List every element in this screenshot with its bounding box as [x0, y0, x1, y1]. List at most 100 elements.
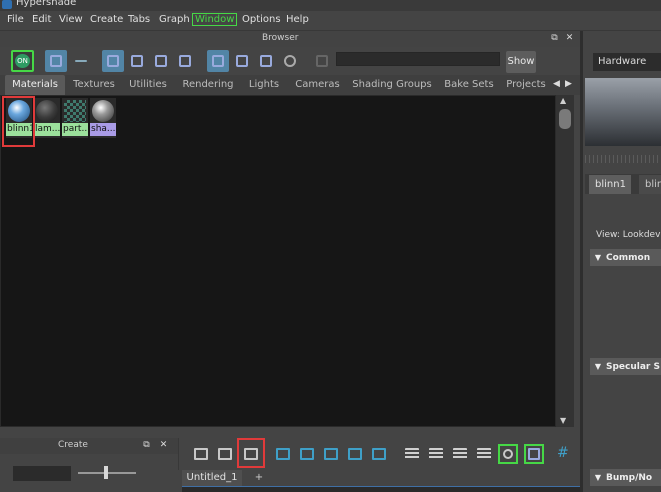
clear-graph-button[interactable] — [369, 444, 389, 464]
menu-file[interactable]: File — [7, 14, 24, 25]
remove-selected-icon — [324, 448, 338, 460]
refresh-button[interactable] — [279, 50, 301, 72]
float-panel-icon[interactable]: ⧉ — [141, 440, 152, 451]
list-view-button[interactable] — [70, 50, 92, 72]
tab-projects[interactable]: Projects — [504, 75, 548, 95]
connected-mode-button[interactable] — [426, 444, 446, 464]
clear-graph-icon — [372, 448, 386, 460]
section-label: Common — [606, 253, 651, 263]
sort-type-icon — [236, 55, 248, 67]
view-label: View: Lookdev — [596, 230, 661, 240]
xlarge-icons-button[interactable] — [174, 50, 196, 72]
sort-by-type-button[interactable] — [231, 50, 253, 72]
material-preview — [585, 78, 661, 146]
search-input[interactable] — [336, 52, 500, 66]
menu-graph[interactable]: Graph — [159, 14, 190, 25]
section-specular[interactable]: ▼ Specular S — [590, 358, 661, 375]
input-output-icon — [218, 448, 232, 460]
swatch-toggle-button[interactable] — [524, 444, 544, 464]
lock-icon — [316, 55, 328, 67]
menu-options[interactable]: Options — [242, 14, 281, 25]
small-icons-button[interactable] — [102, 50, 124, 72]
material-swatch-shader[interactable]: sha... — [90, 98, 116, 138]
create-panel-label: Create — [58, 440, 88, 450]
menu-bar: File Edit View Create Tabs Graph Window … — [0, 11, 661, 31]
graph-layout-button[interactable] — [345, 444, 365, 464]
tab-rendering[interactable]: Rendering — [178, 75, 238, 95]
graph-layout-icon — [348, 448, 362, 460]
node-editor-area[interactable] — [182, 486, 580, 492]
collapse-triangle-icon: ▼ — [594, 473, 602, 482]
add-selected-button[interactable] — [297, 444, 317, 464]
full-mode-button[interactable] — [450, 444, 470, 464]
menu-tabs[interactable]: Tabs — [128, 14, 150, 25]
scroll-up-icon[interactable]: ▲ — [560, 96, 566, 105]
material-swatch-lambert[interactable]: lam... — [34, 98, 60, 138]
add-tab-button[interactable]: + — [249, 470, 269, 486]
title-bar: Hypershade — [0, 0, 661, 11]
scroll-down-icon[interactable]: ▼ — [560, 416, 566, 425]
create-filter-field[interactable] — [13, 466, 71, 481]
section-bump[interactable]: ▼ Bump/No — [590, 469, 661, 486]
tab-shading-groups[interactable]: Shading Groups — [350, 75, 434, 95]
tab-lights[interactable]: Lights — [243, 75, 285, 95]
close-panel-icon[interactable]: ✕ — [564, 33, 575, 44]
medium-icons-button[interactable] — [126, 50, 148, 72]
on-toggle-button[interactable]: ON — [11, 50, 34, 72]
menu-edit[interactable]: Edit — [32, 14, 51, 25]
lock-button[interactable] — [311, 50, 333, 72]
large-icons-button[interactable] — [150, 50, 172, 72]
input-output-connections-button[interactable] — [215, 444, 235, 464]
collapse-triangle-icon: ▼ — [594, 253, 602, 262]
section-label: Bump/No — [606, 473, 653, 483]
section-common[interactable]: ▼ Common — [590, 249, 661, 266]
sort-by-time-button[interactable] — [255, 50, 277, 72]
list-icon — [75, 60, 87, 62]
frame-all-button[interactable] — [273, 444, 293, 464]
show-button[interactable]: Show — [506, 51, 536, 73]
menu-window[interactable]: Window — [192, 13, 238, 26]
menu-help[interactable]: Help — [286, 14, 309, 25]
swatch-label: sha... — [90, 123, 116, 136]
tab-textures[interactable]: Textures — [68, 75, 120, 95]
swatch-view-button[interactable] — [45, 50, 67, 72]
search-graph-button[interactable] — [498, 444, 518, 464]
tab-blinn1[interactable]: blinn1 — [589, 175, 631, 194]
particle-checker-icon — [64, 100, 86, 122]
highlight-annotation-box — [237, 438, 265, 468]
menu-view[interactable]: View — [59, 14, 83, 25]
tabs-scroll-right-icon[interactable]: ▶ — [565, 78, 574, 91]
tabs-scroll-left-icon[interactable]: ◀ — [553, 78, 562, 91]
menu-create[interactable]: Create — [90, 14, 123, 25]
tab-materials[interactable]: Materials — [5, 75, 65, 95]
tab-bake-sets[interactable]: Bake Sets — [440, 75, 498, 95]
icon-size-slider-handle[interactable] — [104, 466, 108, 479]
tab-blinn-second[interactable]: blin — [639, 175, 661, 194]
custom-mode-button[interactable] — [474, 444, 494, 464]
connected-mode-icon — [429, 448, 443, 460]
lambert-ball-icon — [36, 100, 58, 122]
remove-selected-button[interactable] — [321, 444, 341, 464]
browser-toolbar: ON Show — [0, 47, 580, 75]
materials-browser-area[interactable] — [0, 95, 556, 427]
sort-by-name-button[interactable] — [207, 50, 229, 72]
tab-cameras[interactable]: Cameras — [290, 75, 345, 95]
window-title: Hypershade — [16, 0, 77, 8]
browser-panel-label: Browser — [262, 33, 299, 43]
input-connections-button[interactable] — [191, 444, 211, 464]
float-panel-icon[interactable]: ⧉ — [549, 33, 560, 44]
simple-mode-button[interactable] — [402, 444, 422, 464]
tab-utilities[interactable]: Utilities — [123, 75, 173, 95]
browser-scrollbar[interactable] — [556, 95, 574, 427]
renderer-dropdown[interactable]: Hardware — [593, 53, 661, 71]
material-swatch-particle[interactable]: part... — [62, 98, 88, 138]
panel-divider[interactable] — [580, 31, 583, 492]
browser-panel-header: Browser ⧉ ✕ — [0, 31, 580, 47]
tab-untitled-graph[interactable]: Untitled_1 — [182, 470, 242, 486]
close-panel-icon[interactable]: ✕ — [158, 440, 169, 451]
scrollbar-thumb[interactable] — [559, 109, 571, 129]
app-icon — [2, 0, 12, 9]
splitter-handle[interactable] — [585, 155, 661, 163]
create-panel-header: Create ⧉ ✕ — [0, 438, 178, 454]
grid-toggle-button[interactable]: # — [555, 444, 575, 464]
